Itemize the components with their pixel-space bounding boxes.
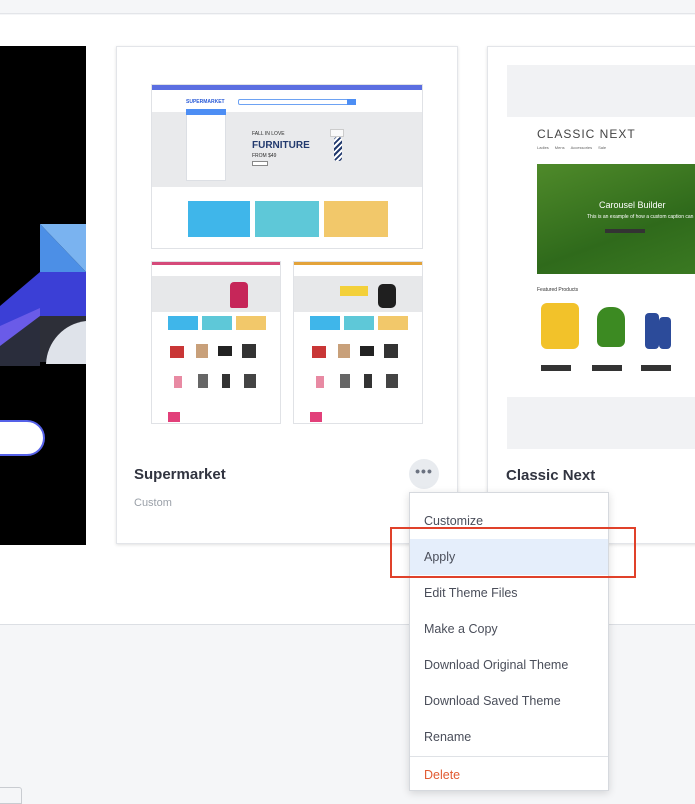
theme-card-partial[interactable] bbox=[0, 46, 86, 545]
theme-tag: Custom bbox=[134, 497, 172, 509]
menu-item-download-original-theme[interactable]: Download Original Theme bbox=[410, 647, 608, 683]
theme-card-supermarket[interactable]: SUPERMARKET FALL IN LOVE FURNITURE FROM … bbox=[116, 46, 458, 544]
supermarket-preview-desktop: SUPERMARKET FALL IN LOVE FURNITURE FROM … bbox=[151, 84, 423, 249]
theme-card-classic-next[interactable]: CLASSIC NEXT Ladies Mens Accessories Sal… bbox=[487, 46, 695, 544]
menu-item-apply[interactable]: Apply bbox=[410, 539, 608, 575]
classic-next-preview: CLASSIC NEXT Ladies Mens Accessories Sal… bbox=[507, 117, 695, 397]
theme-options-menu: Customize Apply Edit Theme Files Make a … bbox=[409, 492, 609, 791]
corner-element bbox=[0, 787, 22, 804]
theme-cta-button[interactable] bbox=[0, 420, 45, 456]
theme-name: Classic Next bbox=[506, 467, 596, 484]
ellipsis-icon: ••• bbox=[415, 463, 433, 479]
menu-item-rename[interactable]: Rename bbox=[410, 719, 608, 755]
menu-item-download-saved-theme[interactable]: Download Saved Theme bbox=[410, 683, 608, 719]
theme-artwork bbox=[0, 224, 86, 366]
supermarket-preview-variant-1 bbox=[151, 261, 281, 424]
more-options-button[interactable]: ••• bbox=[409, 459, 439, 489]
menu-item-edit-theme-files[interactable]: Edit Theme Files bbox=[410, 575, 608, 611]
menu-item-customize[interactable]: Customize bbox=[410, 503, 608, 539]
theme-name: Supermarket bbox=[134, 466, 226, 483]
supermarket-preview-variant-2 bbox=[293, 261, 423, 424]
menu-item-delete[interactable]: Delete bbox=[410, 757, 608, 793]
menu-item-make-a-copy[interactable]: Make a Copy bbox=[410, 611, 608, 647]
top-strip bbox=[0, 0, 695, 14]
